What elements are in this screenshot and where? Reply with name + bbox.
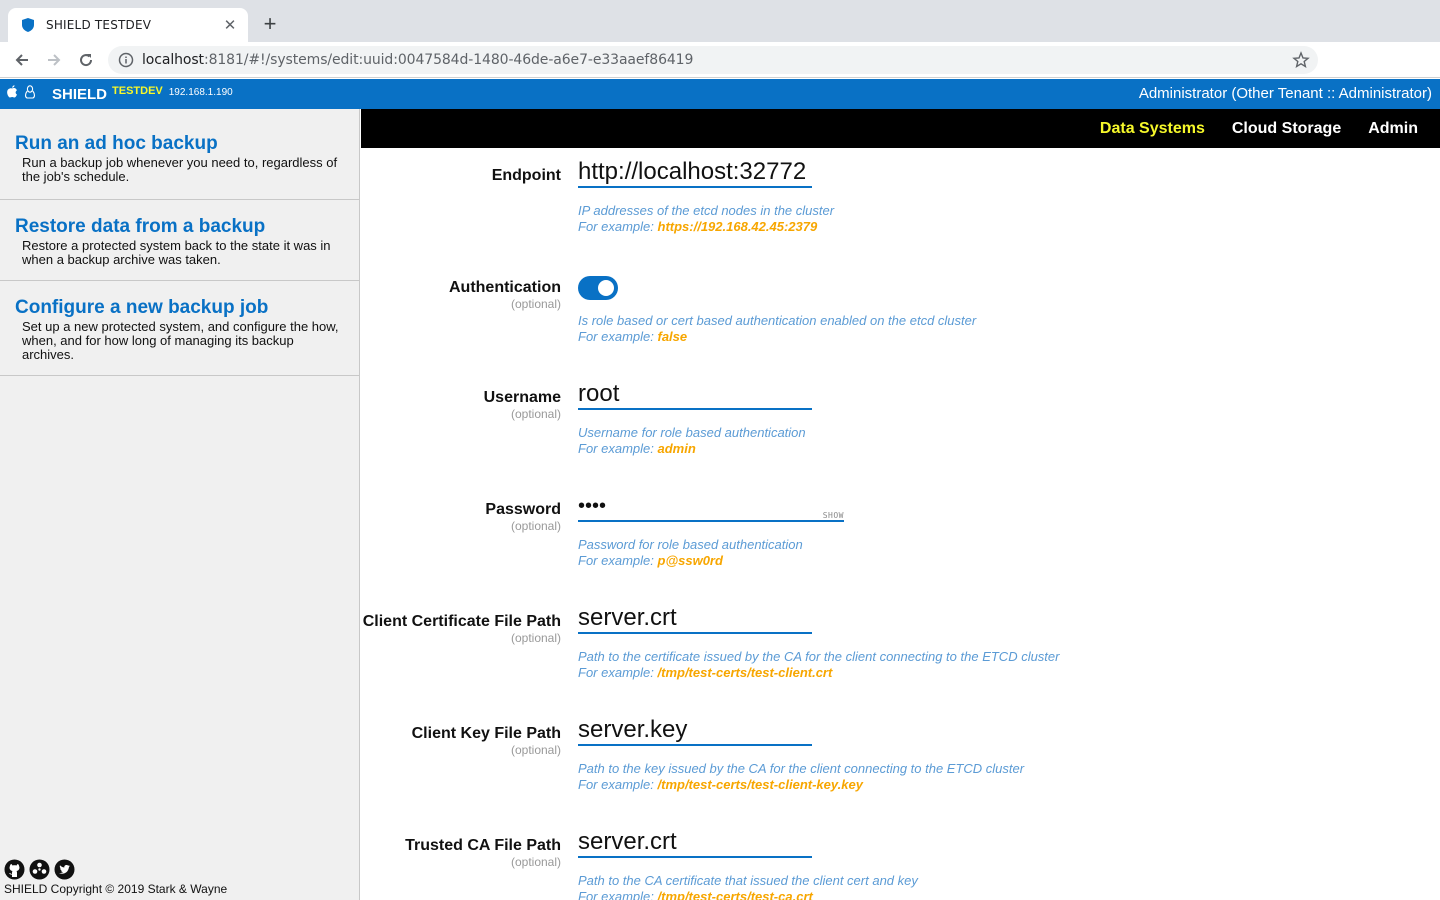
sidebar-item-title[interactable]: Run an ad hoc backup [15, 134, 344, 154]
reload-icon[interactable] [74, 48, 98, 72]
new-tab-icon[interactable]: + [258, 11, 282, 36]
system-edit-form: Endpoint http://localhost:32772 IP addre… [361, 148, 1440, 900]
trusted-ca-input[interactable]: server.crt [578, 828, 812, 858]
nav-cloud-storage[interactable]: Cloud Storage [1232, 120, 1341, 138]
copyright-text: SHIELD Copyright © 2019 Stark & Wayne [4, 882, 228, 896]
community-icon[interactable] [29, 859, 50, 880]
browser-tab[interactable]: SHIELD TESTDEV ✕ [8, 8, 248, 42]
field-label: Client Certificate File Path (optional) [362, 613, 561, 646]
field-label: Trusted CA File Path (optional) [405, 837, 561, 870]
user-menu[interactable]: Administrator (Other Tenant :: Administr… [1139, 85, 1432, 102]
toggle-knob [598, 280, 614, 296]
sidebar-footer: SHIELD Copyright © 2019 Stark & Wayne [4, 859, 227, 896]
sidebar: Run an ad hoc backup Run a backup job wh… [0, 109, 360, 900]
url-text: localhost:8181/#!/systems/edit:uuid:0047… [142, 52, 694, 68]
username-input[interactable]: root [578, 380, 812, 410]
shield-favicon-icon [20, 17, 36, 33]
app-brand[interactable]: SHIELD [52, 86, 107, 103]
password-input[interactable]: •••• SHOW [578, 492, 844, 522]
password-value: •••• [578, 495, 607, 517]
apple-icon [6, 85, 18, 103]
env-ip: 192.168.1.190 [168, 86, 233, 98]
address-bar[interactable]: localhost:8181/#!/systems/edit:uuid:0047… [108, 46, 1318, 74]
nav-admin[interactable]: Admin [1368, 120, 1418, 138]
sidebar-item-configure-job[interactable]: Configure a new backup job Set up a new … [0, 281, 359, 376]
show-password-button[interactable]: SHOW [823, 502, 844, 530]
field-help: Path to the certificate issued by the CA… [578, 649, 1060, 680]
linux-icon [24, 84, 36, 104]
forward-arrow-icon[interactable] [42, 48, 66, 72]
sidebar-item-title[interactable]: Configure a new backup job [15, 298, 344, 318]
field-help: Password for role based authentication F… [578, 537, 803, 568]
field-label: Username (optional) [483, 389, 561, 422]
field-help: Path to the CA certificate that issued t… [578, 873, 918, 900]
authentication-toggle[interactable] [578, 276, 618, 300]
field-label: Endpoint [491, 167, 561, 184]
bookmark-star-icon[interactable] [1292, 51, 1310, 69]
client-cert-input[interactable]: server.crt [578, 604, 812, 634]
field-label: Client Key File Path (optional) [411, 725, 561, 758]
sidebar-item-restore[interactable]: Restore data from a backup Restore a pro… [0, 200, 359, 281]
endpoint-input[interactable]: http://localhost:32772 [578, 158, 812, 188]
sidebar-item-adhoc-backup[interactable]: Run an ad hoc backup Run a backup job wh… [0, 109, 359, 200]
sidebar-item-desc: Set up a new protected system, and confi… [22, 319, 339, 362]
field-label: Password (optional) [485, 501, 561, 534]
back-arrow-icon[interactable] [10, 48, 34, 72]
browser-tabstrip: SHIELD TESTDEV ✕ + [0, 0, 1440, 42]
nav-data-systems[interactable]: Data Systems [1100, 120, 1205, 138]
app-header: SHIELD TESTDEV 192.168.1.190 Administrat… [0, 79, 1440, 109]
info-icon[interactable] [118, 52, 134, 68]
twitter-icon[interactable] [54, 859, 75, 880]
client-key-input[interactable]: server.key [578, 716, 812, 746]
field-help: Username for role based authentication F… [578, 425, 806, 456]
field-label: Authentication (optional) [449, 279, 561, 312]
tab-title: SHIELD TESTDEV [46, 18, 152, 32]
top-nav: Data Systems Cloud Storage Admin [361, 109, 1440, 148]
sidebar-item-desc: Restore a protected system back to the s… [22, 238, 331, 267]
field-help: Path to the key issued by the CA for the… [578, 761, 1025, 792]
field-help: IP addresses of the etcd nodes in the cl… [578, 203, 835, 234]
sidebar-item-title[interactable]: Restore data from a backup [15, 217, 344, 237]
env-label: TESTDEV [112, 85, 163, 97]
github-icon[interactable] [4, 859, 25, 880]
sidebar-item-desc: Run a backup job whenever you need to, r… [22, 155, 338, 184]
tab-close-icon[interactable]: ✕ [222, 17, 238, 34]
field-help: Is role based or cert based authenticati… [578, 313, 977, 344]
browser-toolbar: localhost:8181/#!/systems/edit:uuid:0047… [0, 42, 1440, 111]
